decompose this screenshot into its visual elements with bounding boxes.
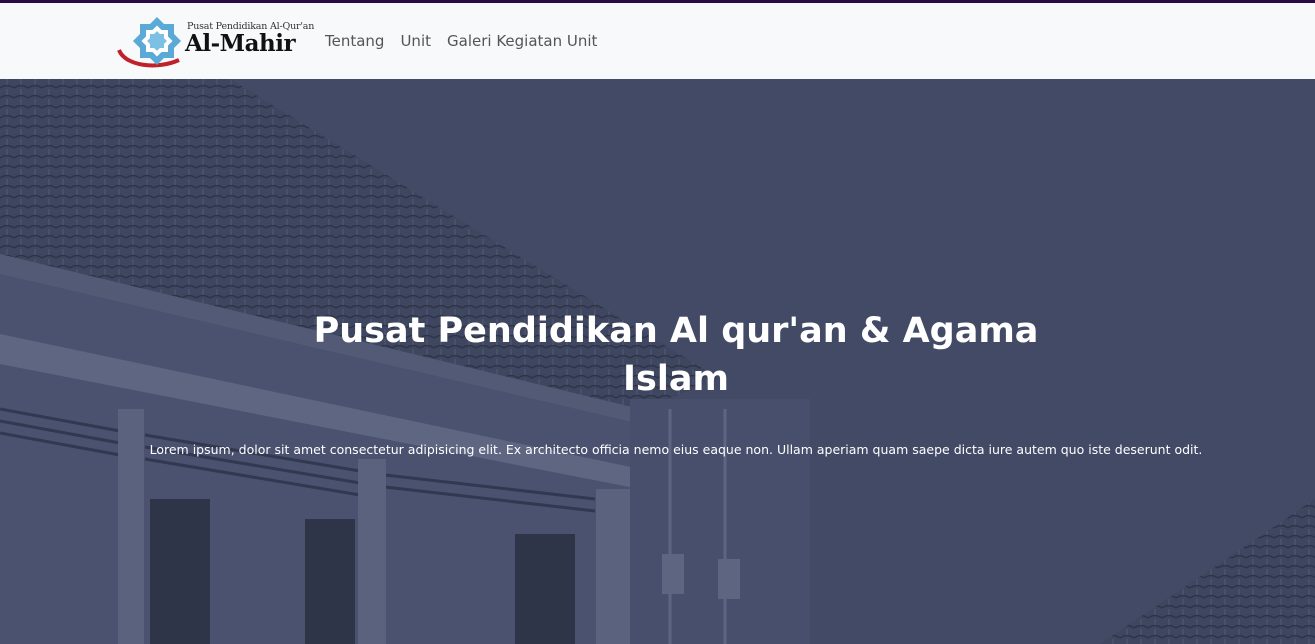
nav-item-tentang[interactable]: Tentang bbox=[325, 32, 384, 50]
brand-logo[interactable]: Pusat Pendidikan Al-Qur'an Al-Mahir bbox=[117, 14, 314, 70]
hero-section: Pusat Pendidikan Al qur'an & Agama Islam… bbox=[0, 79, 1315, 644]
nav-item-galeri-kegiatan-unit[interactable]: Galeri Kegiatan Unit bbox=[447, 32, 597, 50]
hero-description: Lorem ipsum, dolor sit amet consectetur … bbox=[149, 442, 1203, 457]
star-logo-icon bbox=[117, 16, 182, 68]
main-nav: Tentang Unit Galeri Kegiatan Unit bbox=[325, 32, 597, 50]
nav-item-unit[interactable]: Unit bbox=[400, 32, 431, 50]
brand-name: Al-Mahir bbox=[185, 30, 296, 57]
navbar: Pusat Pendidikan Al-Qur'an Al-Mahir Tent… bbox=[0, 3, 1315, 79]
hero-title: Pusat Pendidikan Al qur'an & Agama Islam bbox=[313, 311, 1039, 399]
